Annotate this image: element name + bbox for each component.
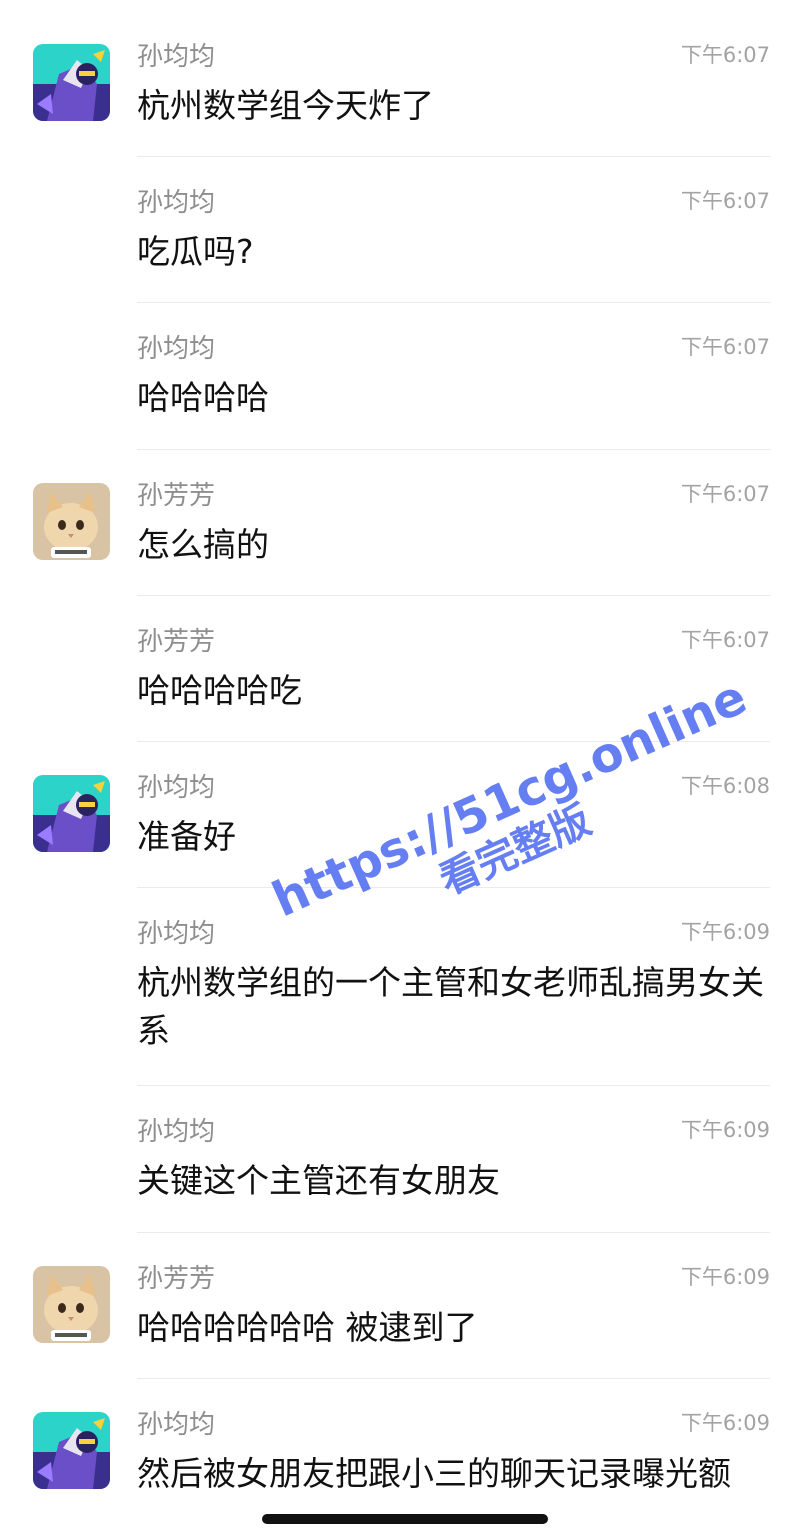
message-time: 下午6:08 — [680, 774, 770, 798]
message-time: 下午6:09 — [680, 920, 770, 944]
anime-character-avatar-icon — [33, 775, 110, 852]
sender-name: 孙均均 — [137, 42, 216, 72]
avatar[interactable] — [33, 775, 110, 852]
sender-name: 孙均均 — [137, 773, 216, 803]
message-text: 杭州数学组的一个主管和女老师乱搞男女关系 — [137, 963, 764, 1050]
message-text: 哈哈哈哈哈哈 被逮到了 — [137, 1308, 478, 1347]
cat-avatar-icon — [33, 483, 110, 560]
message-time: 下午6:09 — [680, 1118, 770, 1142]
home-indicator[interactable] — [262, 1514, 548, 1524]
message-text: 哈哈哈哈 — [137, 378, 269, 417]
divider — [137, 1378, 770, 1379]
divider — [137, 595, 770, 596]
anime-character-avatar-icon — [33, 44, 110, 121]
sender-name: 孙均均 — [137, 1117, 216, 1147]
message-time: 下午6:07 — [680, 43, 770, 67]
divider — [137, 741, 770, 742]
anime-character-avatar-icon — [33, 1412, 110, 1489]
message-text: 准备好 — [137, 817, 236, 856]
message-text: 然后被女朋友把跟小三的聊天记录曝光额 — [137, 1454, 731, 1493]
message-time: 下午6:07 — [680, 335, 770, 359]
divider — [137, 887, 770, 888]
message-text: 怎么搞的 — [137, 525, 269, 564]
message-text: 关键这个主管还有女朋友 — [137, 1161, 500, 1200]
sender-name: 孙芳芳 — [137, 1264, 216, 1294]
message-time: 下午6:09 — [680, 1411, 770, 1435]
sender-name: 孙均均 — [137, 1410, 216, 1440]
avatar[interactable] — [33, 44, 110, 121]
sender-name: 孙均均 — [137, 188, 216, 218]
sender-name: 孙均均 — [137, 919, 216, 949]
message-text: 哈哈哈哈吃 — [137, 671, 302, 710]
message-text: 杭州数学组今天炸了 — [137, 86, 434, 125]
message-text: 吃瓜吗? — [137, 232, 254, 271]
divider — [137, 156, 770, 157]
message-time: 下午6:07 — [680, 628, 770, 652]
sender-name: 孙芳芳 — [137, 481, 216, 511]
divider — [137, 1085, 770, 1086]
message-time: 下午6:09 — [680, 1265, 770, 1289]
watermark-url: https://51cg.online — [264, 668, 755, 929]
divider — [137, 302, 770, 303]
message-time: 下午6:07 — [680, 482, 770, 506]
avatar[interactable] — [33, 1266, 110, 1343]
divider — [137, 449, 770, 450]
divider — [137, 1232, 770, 1233]
avatar[interactable] — [33, 483, 110, 560]
avatar[interactable] — [33, 1412, 110, 1489]
cat-avatar-icon — [33, 1266, 110, 1343]
sender-name: 孙芳芳 — [137, 627, 216, 657]
sender-name: 孙均均 — [137, 334, 216, 364]
message-time: 下午6:07 — [680, 189, 770, 213]
